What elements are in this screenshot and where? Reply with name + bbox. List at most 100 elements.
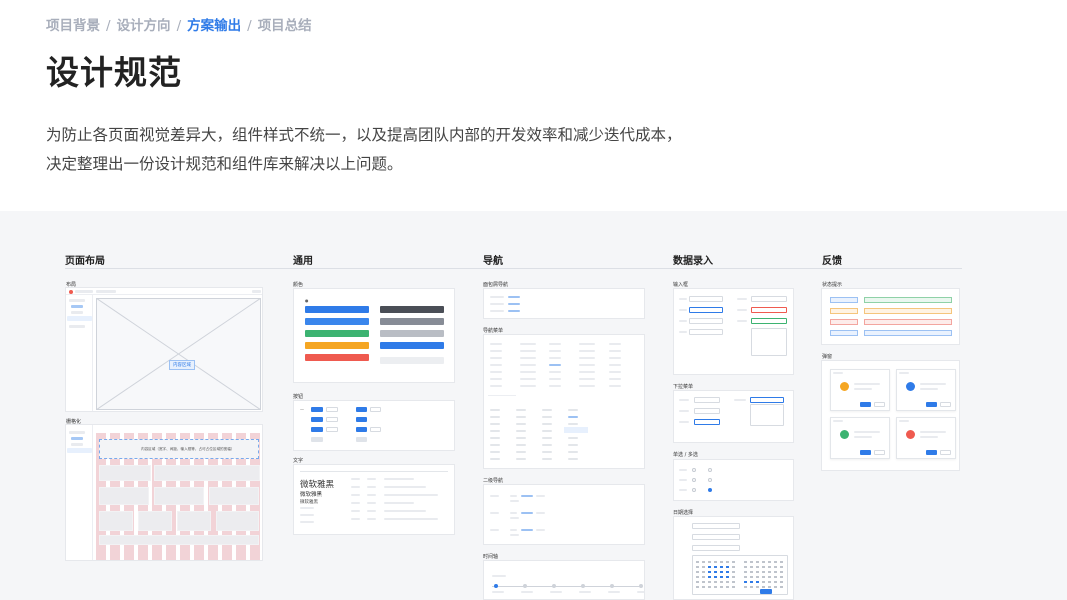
calendar-day[interactable]: [744, 566, 747, 568]
nav-menu-item[interactable]: [542, 451, 552, 453]
calendar-day[interactable]: [720, 581, 723, 583]
nav-menu-item[interactable]: [490, 444, 500, 446]
calendar-day[interactable]: [762, 561, 765, 563]
calendar-day[interactable]: [720, 566, 723, 568]
nav-menu-item[interactable]: [549, 385, 561, 387]
calendar-day[interactable]: [756, 571, 759, 573]
calendar-day[interactable]: [720, 571, 723, 573]
calendar-day[interactable]: [774, 571, 777, 573]
calendar-day[interactable]: [768, 566, 771, 568]
calendar-day[interactable]: [750, 561, 753, 563]
modal-cancel-button[interactable]: [874, 450, 885, 455]
nav-menu-item[interactable]: [549, 378, 561, 380]
nav-menu-item[interactable]: [542, 416, 552, 418]
dropdown-select[interactable]: [694, 397, 720, 403]
modal-cancel-button[interactable]: [874, 402, 885, 407]
secondary-nav-item-active[interactable]: [521, 495, 533, 497]
radio-button[interactable]: [708, 468, 712, 472]
calendar-day[interactable]: [756, 581, 759, 583]
nav-menu-item[interactable]: [516, 437, 526, 439]
modal-confirm-button[interactable]: [926, 450, 937, 455]
nav-menu-item[interactable]: [609, 378, 621, 380]
text-input[interactable]: [751, 296, 787, 302]
nav-menu-item[interactable]: [490, 357, 502, 359]
dropdown-options[interactable]: [750, 404, 784, 426]
calendar-day[interactable]: [726, 566, 729, 568]
radio-button[interactable]: [708, 478, 712, 482]
sample-primary-button[interactable]: [311, 427, 323, 432]
calendar-day[interactable]: [780, 561, 783, 563]
calendar-day[interactable]: [780, 571, 783, 573]
nav-menu-item[interactable]: [516, 444, 526, 446]
calendar-day[interactable]: [780, 586, 783, 588]
date-input[interactable]: [692, 534, 740, 540]
calendar-day[interactable]: [696, 571, 699, 573]
calendar-day[interactable]: [756, 561, 759, 563]
nav-menu-item[interactable]: [609, 343, 621, 345]
nav-menu-item[interactable]: [568, 416, 578, 418]
sample-default-button[interactable]: [370, 427, 381, 432]
dropdown-select[interactable]: [694, 408, 720, 414]
calendar-day[interactable]: [702, 561, 705, 563]
sample-primary-button[interactable]: [356, 407, 367, 412]
calendar-day[interactable]: [750, 581, 753, 583]
calendar-day[interactable]: [708, 561, 711, 563]
calendar-day[interactable]: [756, 566, 759, 568]
radio-button[interactable]: [692, 478, 696, 482]
sample-primary-button[interactable]: [356, 417, 367, 422]
nav-menu-item[interactable]: [490, 343, 502, 345]
nav-menu-item[interactable]: [609, 385, 621, 387]
nav-menu-item[interactable]: [542, 444, 552, 446]
calendar-day[interactable]: [714, 566, 717, 568]
nav-menu-item[interactable]: [568, 458, 578, 460]
nav-menu-item[interactable]: [579, 371, 595, 373]
nav-menu-item[interactable]: [490, 371, 502, 373]
calendar-day[interactable]: [702, 581, 705, 583]
text-input[interactable]: [751, 307, 787, 313]
calendar-day[interactable]: [732, 576, 735, 578]
text-input[interactable]: [689, 318, 723, 324]
sample-primary-button[interactable]: [356, 427, 367, 432]
calendar-day[interactable]: [726, 576, 729, 578]
nav-menu-item[interactable]: [516, 430, 526, 432]
modal-cancel-button[interactable]: [940, 402, 951, 407]
text-input[interactable]: [689, 296, 723, 302]
nav-menu-item[interactable]: [490, 437, 500, 439]
calendar-day[interactable]: [726, 561, 729, 563]
nav-menu-item[interactable]: [520, 343, 536, 345]
calendar-day[interactable]: [696, 561, 699, 563]
nav-menu-item[interactable]: [549, 364, 561, 366]
calendar-day[interactable]: [696, 566, 699, 568]
calendar-day[interactable]: [714, 586, 717, 588]
nav-menu-item[interactable]: [520, 364, 536, 366]
nav-menu-item[interactable]: [609, 357, 621, 359]
nav-menu-item[interactable]: [490, 451, 500, 453]
calendar-day[interactable]: [780, 576, 783, 578]
calendar-day[interactable]: [750, 566, 753, 568]
nav-menu-item[interactable]: [568, 423, 578, 425]
calendar-day[interactable]: [720, 561, 723, 563]
sample-primary-button[interactable]: [311, 417, 323, 422]
nav-menu-item[interactable]: [516, 409, 526, 411]
nav-menu-item[interactable]: [568, 437, 578, 439]
calendar-day[interactable]: [708, 566, 711, 568]
calendar-day[interactable]: [756, 586, 759, 588]
secondary-nav-item-active[interactable]: [521, 529, 533, 531]
calendar-day[interactable]: [744, 581, 747, 583]
nav-menu-item[interactable]: [490, 378, 502, 380]
nav-menu-item[interactable]: [520, 378, 536, 380]
sample-default-button[interactable]: [370, 407, 381, 412]
calendar-day[interactable]: [702, 571, 705, 573]
calendar-day[interactable]: [750, 571, 753, 573]
calendar-day[interactable]: [732, 586, 735, 588]
calendar-day[interactable]: [708, 571, 711, 573]
calendar-day[interactable]: [702, 566, 705, 568]
modal-confirm-button[interactable]: [926, 402, 937, 407]
calendar-day[interactable]: [732, 581, 735, 583]
nav-menu-item[interactable]: [579, 357, 595, 359]
calendar-day[interactable]: [768, 586, 771, 588]
nav-menu-item[interactable]: [516, 416, 526, 418]
date-input[interactable]: [692, 523, 740, 529]
nav-menu-item[interactable]: [490, 430, 500, 432]
nav-menu-item[interactable]: [542, 458, 552, 460]
